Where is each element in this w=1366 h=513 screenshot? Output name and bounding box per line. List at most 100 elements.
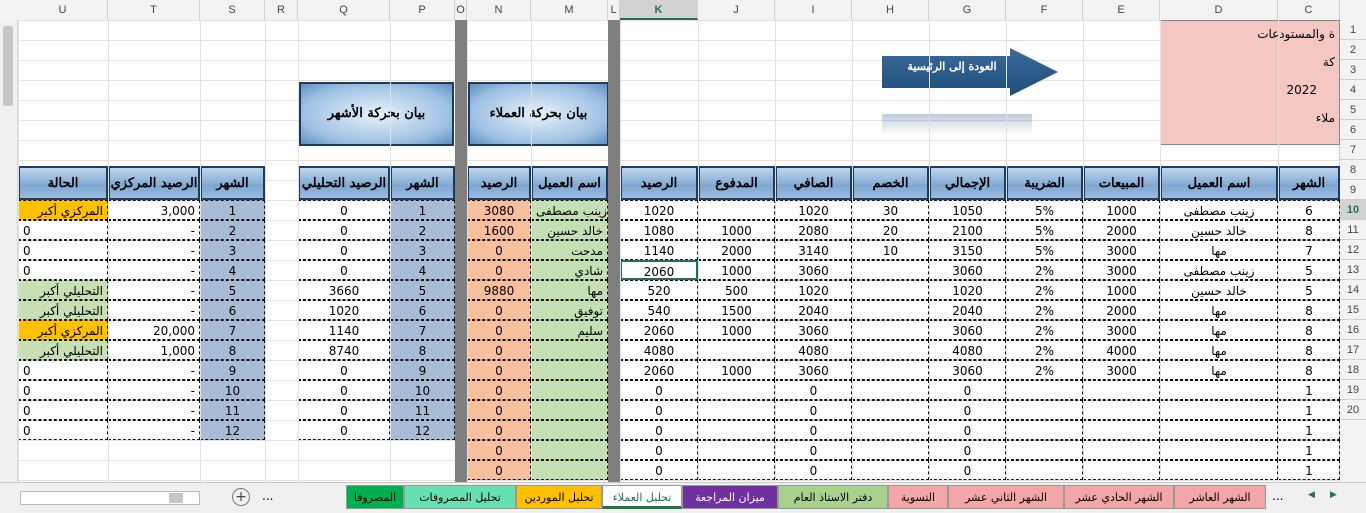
- main-cell[interactable]: [852, 460, 929, 480]
- status-cell[interactable]: 0: [18, 220, 108, 240]
- analytic-balance-cell[interactable]: 0: [298, 360, 390, 380]
- analytic-balance-cell[interactable]: 0: [298, 200, 390, 220]
- main-cell[interactable]: 1020: [620, 200, 698, 220]
- column-header-I[interactable]: I: [775, 0, 852, 20]
- month-cell[interactable]: 5: [390, 280, 455, 300]
- main-cell[interactable]: 1: [1278, 420, 1340, 440]
- column-header-H[interactable]: H: [852, 0, 929, 20]
- main-cell[interactable]: 3000: [1083, 320, 1160, 340]
- main-cell[interactable]: 3060: [929, 320, 1006, 340]
- analytic-balance-cell[interactable]: 1140: [298, 320, 390, 340]
- main-cell[interactable]: 2080: [775, 220, 852, 240]
- main-cell[interactable]: 2000: [1083, 300, 1160, 320]
- main-cell[interactable]: [698, 400, 775, 420]
- main-cell[interactable]: 0: [775, 420, 852, 440]
- main-cell[interactable]: 1000: [1083, 280, 1160, 300]
- main-cell[interactable]: 3060: [775, 360, 852, 380]
- client-balance-cell[interactable]: 1600: [467, 220, 531, 240]
- main-cell[interactable]: 8: [1278, 340, 1340, 360]
- row-header-9[interactable]: 9: [1340, 180, 1366, 200]
- central-balance-cell[interactable]: -: [108, 360, 200, 380]
- status-cell[interactable]: التحليلي أكبر: [18, 340, 108, 360]
- central-month-cell[interactable]: 11: [200, 400, 265, 420]
- main-cell[interactable]: 0: [929, 440, 1006, 460]
- client-balance-cell[interactable]: 0: [467, 300, 531, 320]
- main-cell[interactable]: [852, 360, 929, 380]
- column-header-M[interactable]: M: [531, 0, 608, 20]
- main-cell[interactable]: 0: [929, 380, 1006, 400]
- main-cell[interactable]: 1080: [620, 220, 698, 240]
- next-sheet-icon[interactable]: ▶: [1330, 490, 1337, 500]
- main-cell[interactable]: [698, 440, 775, 460]
- main-cell[interactable]: [1006, 420, 1083, 440]
- status-cell[interactable]: 0: [18, 420, 108, 440]
- sheet-tab[interactable]: تحليل الموردين: [516, 485, 602, 509]
- main-cell[interactable]: 2060: [620, 360, 698, 380]
- main-cell[interactable]: 1: [1278, 400, 1340, 420]
- column-header-O[interactable]: O: [455, 0, 467, 20]
- scrollbar-thumb[interactable]: [3, 26, 13, 106]
- status-cell[interactable]: المركزي أكبر: [18, 320, 108, 340]
- column-header-L[interactable]: L: [608, 0, 620, 20]
- main-cell[interactable]: 2060: [620, 260, 698, 280]
- row-header-20[interactable]: 20: [1340, 400, 1366, 420]
- main-cell[interactable]: [852, 300, 929, 320]
- main-cell[interactable]: 0: [929, 420, 1006, 440]
- column-header-T[interactable]: T: [108, 0, 200, 20]
- central-month-cell[interactable]: 8: [200, 340, 265, 360]
- main-cell[interactable]: 1: [1278, 380, 1340, 400]
- row-header-14[interactable]: 14: [1340, 280, 1366, 300]
- column-header-N[interactable]: N: [467, 0, 531, 20]
- column-header-K[interactable]: K: [620, 0, 698, 20]
- client-name-cell[interactable]: [531, 460, 608, 480]
- main-cell[interactable]: 1000: [698, 320, 775, 340]
- main-cell[interactable]: 3060: [929, 360, 1006, 380]
- month-cell[interactable]: 3: [390, 240, 455, 260]
- client-balance-cell[interactable]: 0: [467, 420, 531, 440]
- sheet-tab[interactable]: المصروفا: [346, 485, 404, 509]
- main-cell[interactable]: [1160, 380, 1278, 400]
- main-cell[interactable]: 0: [620, 460, 698, 480]
- central-month-cell[interactable]: 6: [200, 300, 265, 320]
- main-cell[interactable]: [852, 280, 929, 300]
- main-cell[interactable]: 0: [775, 380, 852, 400]
- client-name-cell[interactable]: [531, 340, 608, 360]
- tabs-more-left[interactable]: ...: [262, 489, 280, 503]
- month-cell[interactable]: 1: [390, 200, 455, 220]
- analytic-balance-cell[interactable]: 0: [298, 240, 390, 260]
- vertical-scrollbar[interactable]: [0, 20, 18, 482]
- main-cell[interactable]: 3060: [775, 320, 852, 340]
- row-header-17[interactable]: 17: [1340, 340, 1366, 360]
- month-cell[interactable]: 4: [390, 260, 455, 280]
- main-cell[interactable]: [852, 400, 929, 420]
- back-to-home-button[interactable]: العودة إلى الرئيسية: [882, 48, 1058, 96]
- central-balance-cell[interactable]: -: [108, 260, 200, 280]
- status-cell[interactable]: المركزي أكبر: [18, 200, 108, 220]
- main-cell[interactable]: 8: [1278, 300, 1340, 320]
- main-cell[interactable]: 2000: [1083, 220, 1160, 240]
- main-cell[interactable]: 520: [620, 280, 698, 300]
- main-cell[interactable]: 30: [852, 200, 929, 220]
- main-cell[interactable]: 2%: [1006, 280, 1083, 300]
- main-cell[interactable]: [1083, 420, 1160, 440]
- main-cell[interactable]: [698, 460, 775, 480]
- month-cell[interactable]: 7: [390, 320, 455, 340]
- client-name-cell[interactable]: [531, 440, 608, 460]
- main-cell[interactable]: [698, 380, 775, 400]
- row-header-3[interactable]: 3: [1340, 60, 1366, 80]
- analytic-balance-cell[interactable]: 3660: [298, 280, 390, 300]
- main-cell[interactable]: [1006, 440, 1083, 460]
- status-cell[interactable]: التحليلي أكبر: [18, 300, 108, 320]
- main-cell[interactable]: 1: [1278, 460, 1340, 480]
- hscroll-thumb[interactable]: [169, 493, 183, 503]
- main-cell[interactable]: 1: [1278, 440, 1340, 460]
- status-cell[interactable]: 0: [18, 260, 108, 280]
- month-cell[interactable]: 8: [390, 340, 455, 360]
- hscroll[interactable]: [20, 491, 200, 505]
- main-cell[interactable]: 1000: [698, 360, 775, 380]
- main-cell[interactable]: 540: [620, 300, 698, 320]
- main-cell[interactable]: 5%: [1006, 240, 1083, 260]
- client-balance-cell[interactable]: 0: [467, 440, 531, 460]
- column-header-S[interactable]: S: [200, 0, 265, 20]
- main-cell[interactable]: مها: [1160, 360, 1278, 380]
